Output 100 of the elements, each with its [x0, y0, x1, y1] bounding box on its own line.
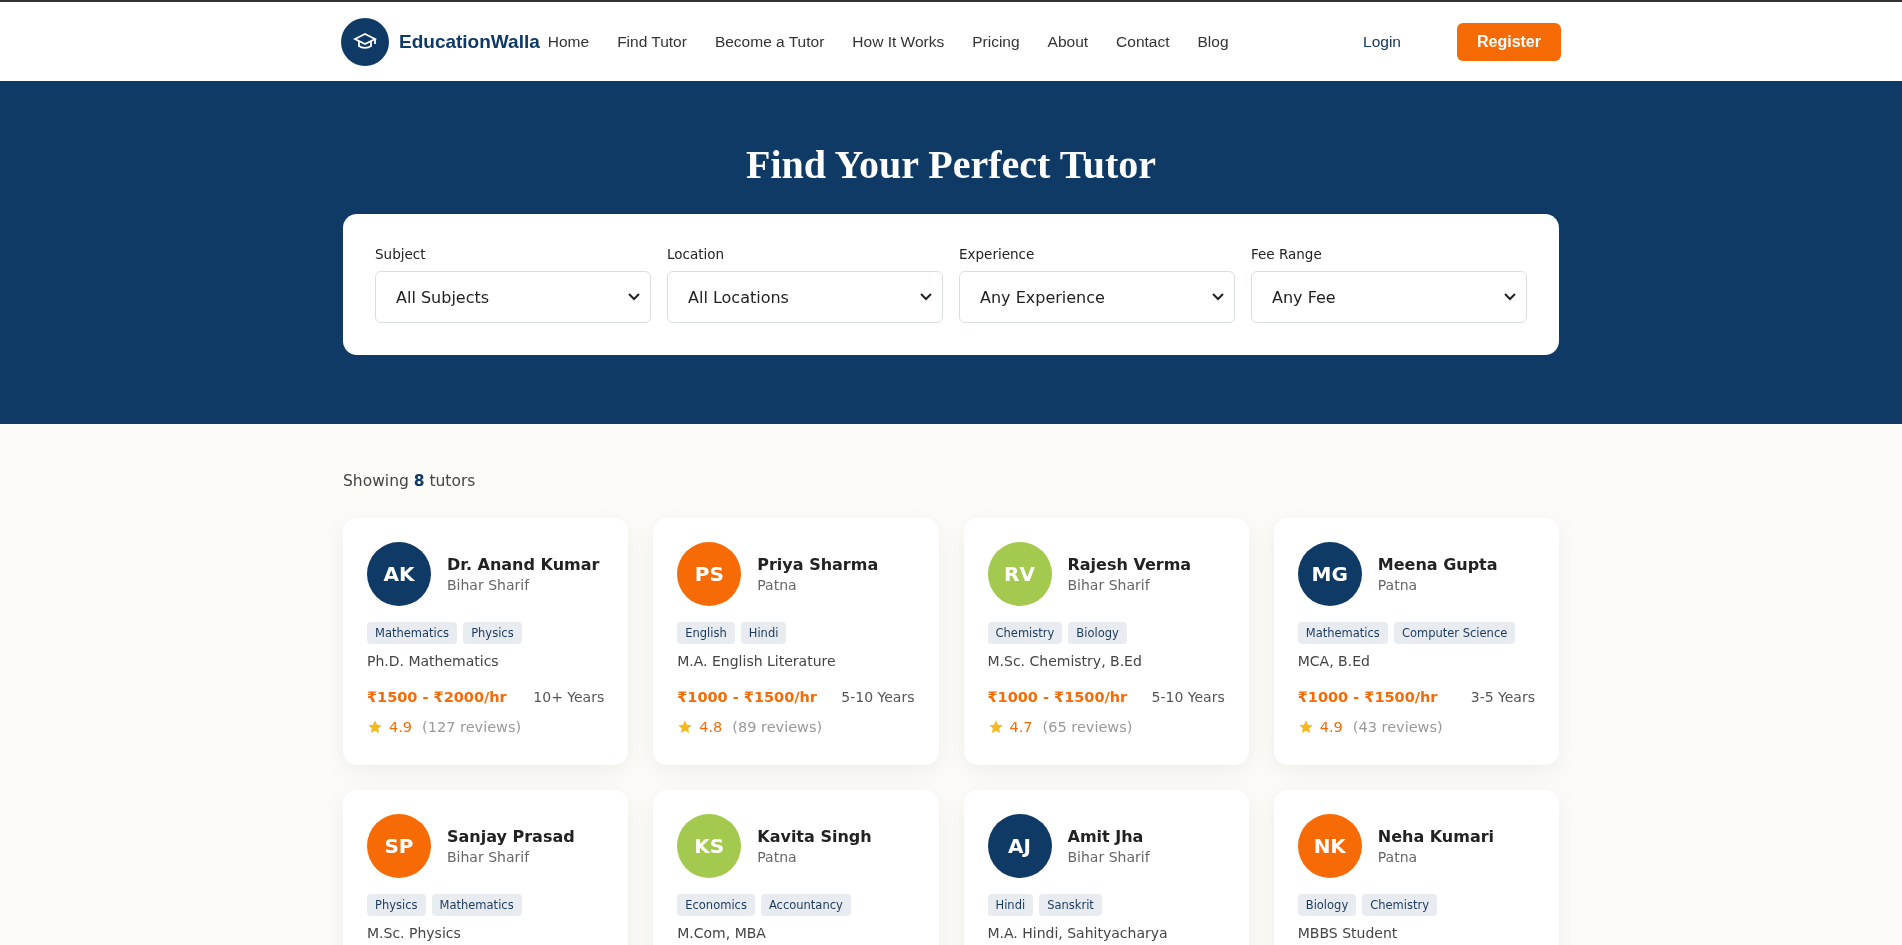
tutor-card[interactable]: AK Dr. Anand Kumar Bihar Sharif Mathematics Physics Ph.D. Mathematics ₹1500 - ₹2000/hr 10+ Years 4.9 (127 reviews): [343, 518, 629, 765]
filter-label: Experience: [959, 246, 1036, 262]
tutor-card[interactable]: KS Kavita Singh Patna Economics Accountancy M.Com, MBA: [653, 790, 939, 945]
rating-value: 4.9: [389, 719, 413, 735]
avatar-initials: SP: [367, 814, 431, 878]
avatar-initials: KS: [677, 814, 742, 878]
subject-tag: Mathematics: [367, 622, 458, 644]
experience: 10+ Years: [533, 689, 605, 705]
tutor-name: Kavita Singh: [757, 827, 872, 846]
fee-range: ₹1000 - ₹1500/hr: [677, 689, 818, 705]
experience: 5-10 Years: [1151, 689, 1225, 705]
tutor-card[interactable]: MG Meena Gupta Patna Mathematics Computer Science MCA, B.Ed ₹1000 - ₹1500/hr 3-5 Years 4.9 (43 reviews): [1273, 518, 1559, 765]
nav-link[interactable]: Home: [547, 32, 590, 51]
subject-tag: Chemistry: [987, 622, 1063, 644]
nav-link[interactable]: Blog: [1197, 32, 1229, 51]
subject-tag: Accountancy: [760, 894, 851, 916]
tutor-location: Bihar Sharif: [447, 849, 531, 865]
subject-tag: Biology: [1068, 622, 1127, 644]
nav-link[interactable]: Pricing: [972, 32, 1020, 51]
chevron-down-icon: [1504, 293, 1516, 301]
tutor-name: Priya Sharma: [757, 555, 879, 574]
avatar-initials: RV: [987, 542, 1052, 606]
tutor-name: Meena Gupta: [1377, 555, 1498, 574]
tutor-location: Bihar Sharif: [1067, 849, 1150, 865]
nav-link[interactable]: How It Works: [852, 32, 945, 51]
experience: 5-10 Years: [841, 689, 915, 705]
star-icon: [367, 719, 383, 735]
tutor-card[interactable]: NK Neha Kumari Patna Biology Chemistry MBBS Student: [1273, 790, 1559, 945]
subject-tag: Hindi: [740, 622, 787, 644]
star-icon: [1297, 719, 1314, 735]
nav-link[interactable]: Become a Tutor: [714, 32, 825, 51]
tutor-card[interactable]: SP Sanjay Prasad Bihar Sharif Physics Mathematics M.Sc. Physics: [343, 790, 629, 945]
fee-range: ₹1000 - ₹1500/hr: [1297, 689, 1438, 705]
rating-value: 4.8: [699, 719, 723, 735]
avatar-initials: AJ: [987, 814, 1052, 878]
filter-dropdown[interactable]: All Locations: [667, 271, 943, 323]
login-link[interactable]: Login: [1363, 32, 1401, 51]
qualification: Ph.D. Mathematics: [367, 653, 500, 669]
tutor-location: Patna: [1377, 849, 1419, 865]
tutor-location: Bihar Sharif: [1067, 577, 1151, 593]
fee-range: ₹1000 - ₹1500/hr: [987, 689, 1128, 705]
graduation-cap-logo-icon: [341, 17, 389, 66]
subject-tag: Economics: [677, 894, 755, 916]
experience: 3-5 Years: [1470, 689, 1535, 705]
tutor-name: Neha Kumari: [1377, 827, 1495, 846]
filter-dropdown[interactable]: Any Experience: [959, 271, 1235, 323]
filter-dropdown[interactable]: Any Fee: [1251, 271, 1527, 323]
subject-tag: Biology: [1297, 894, 1357, 916]
qualification: MBBS Student: [1297, 925, 1399, 941]
subject-tag: Sanskrit: [1039, 894, 1102, 916]
tutor-card[interactable]: RV Rajesh Verma Bihar Sharif Chemistry Biology M.Sc. Chemistry, B.Ed ₹1000 - ₹1500/hr 5-10 Years 4.7 (65 reviews): [963, 518, 1249, 765]
brand-name: EducationWalla: [399, 30, 540, 53]
subject-tag: Chemistry: [1362, 894, 1438, 916]
tutor-name: Amit Jha: [1067, 827, 1145, 846]
subject-tag: English: [677, 622, 735, 644]
review-count: (89 reviews): [732, 719, 823, 735]
rating-value: 4.9: [1319, 719, 1343, 735]
qualification: M.Com, MBA: [677, 925, 767, 941]
tutor-location: Patna: [757, 577, 798, 593]
tutor-name: Dr. Anand Kumar: [447, 555, 600, 574]
nav-link[interactable]: Contact: [1116, 32, 1170, 51]
review-count: (65 reviews): [1042, 719, 1133, 735]
avatar-initials: PS: [677, 542, 742, 606]
tutor-card[interactable]: AJ Amit Jha Bihar Sharif Hindi Sanskrit M.A. Hindi, Sahityacharya: [963, 790, 1249, 945]
tutor-name: Sanjay Prasad: [447, 827, 575, 846]
tutor-card[interactable]: PS Priya Sharma Patna English Hindi M.A. English Literature ₹1000 - ₹1500/hr 5-10 Years 4.8 (89 reviews): [653, 518, 939, 765]
nav-link[interactable]: About: [1047, 32, 1089, 51]
avatar-initials: AK: [367, 542, 431, 606]
subject-tag: Computer Science: [1393, 622, 1516, 644]
tutor-location: Patna: [757, 849, 798, 865]
results-count: Showing 8 tutors: [343, 472, 477, 490]
tutor-location: Bihar Sharif: [447, 577, 531, 593]
star-icon: [987, 719, 1004, 735]
subject-tag: Physics: [463, 622, 522, 644]
chevron-down-icon: [1212, 293, 1224, 301]
filter-dropdown[interactable]: All Subjects: [375, 271, 651, 323]
review-count: (43 reviews): [1352, 719, 1443, 735]
filter-label: Subject: [375, 246, 427, 262]
subject-tag: Hindi: [987, 894, 1034, 916]
nav-link[interactable]: Find Tutor: [617, 32, 687, 51]
qualification: MCA, B.Ed: [1297, 653, 1371, 669]
subject-tag: Mathematics: [431, 894, 522, 916]
star-icon: [677, 719, 694, 735]
qualification: M.Sc. Chemistry, B.Ed: [987, 653, 1143, 669]
fee-range: ₹1500 - ₹2000/hr: [367, 689, 507, 705]
hero-title: Find Your Perfect Tutor: [745, 141, 1157, 188]
qualification: M.Sc. Physics: [367, 925, 462, 941]
qualification: M.A. English Literature: [677, 653, 837, 669]
subject-tag: Mathematics: [1297, 622, 1388, 644]
filter-label: Fee Range: [1251, 246, 1323, 262]
subject-tag: Physics: [367, 894, 426, 916]
qualification: M.A. Hindi, Sahityacharya: [987, 925, 1169, 941]
chevron-down-icon: [920, 293, 932, 301]
avatar-initials: MG: [1297, 542, 1362, 606]
tutor-name: Rajesh Verma: [1067, 555, 1192, 574]
tutor-location: Patna: [1377, 577, 1419, 593]
chevron-down-icon: [628, 293, 640, 301]
review-count: (127 reviews): [422, 719, 522, 735]
rating-value: 4.7: [1009, 719, 1033, 735]
filter-label: Location: [667, 246, 726, 262]
